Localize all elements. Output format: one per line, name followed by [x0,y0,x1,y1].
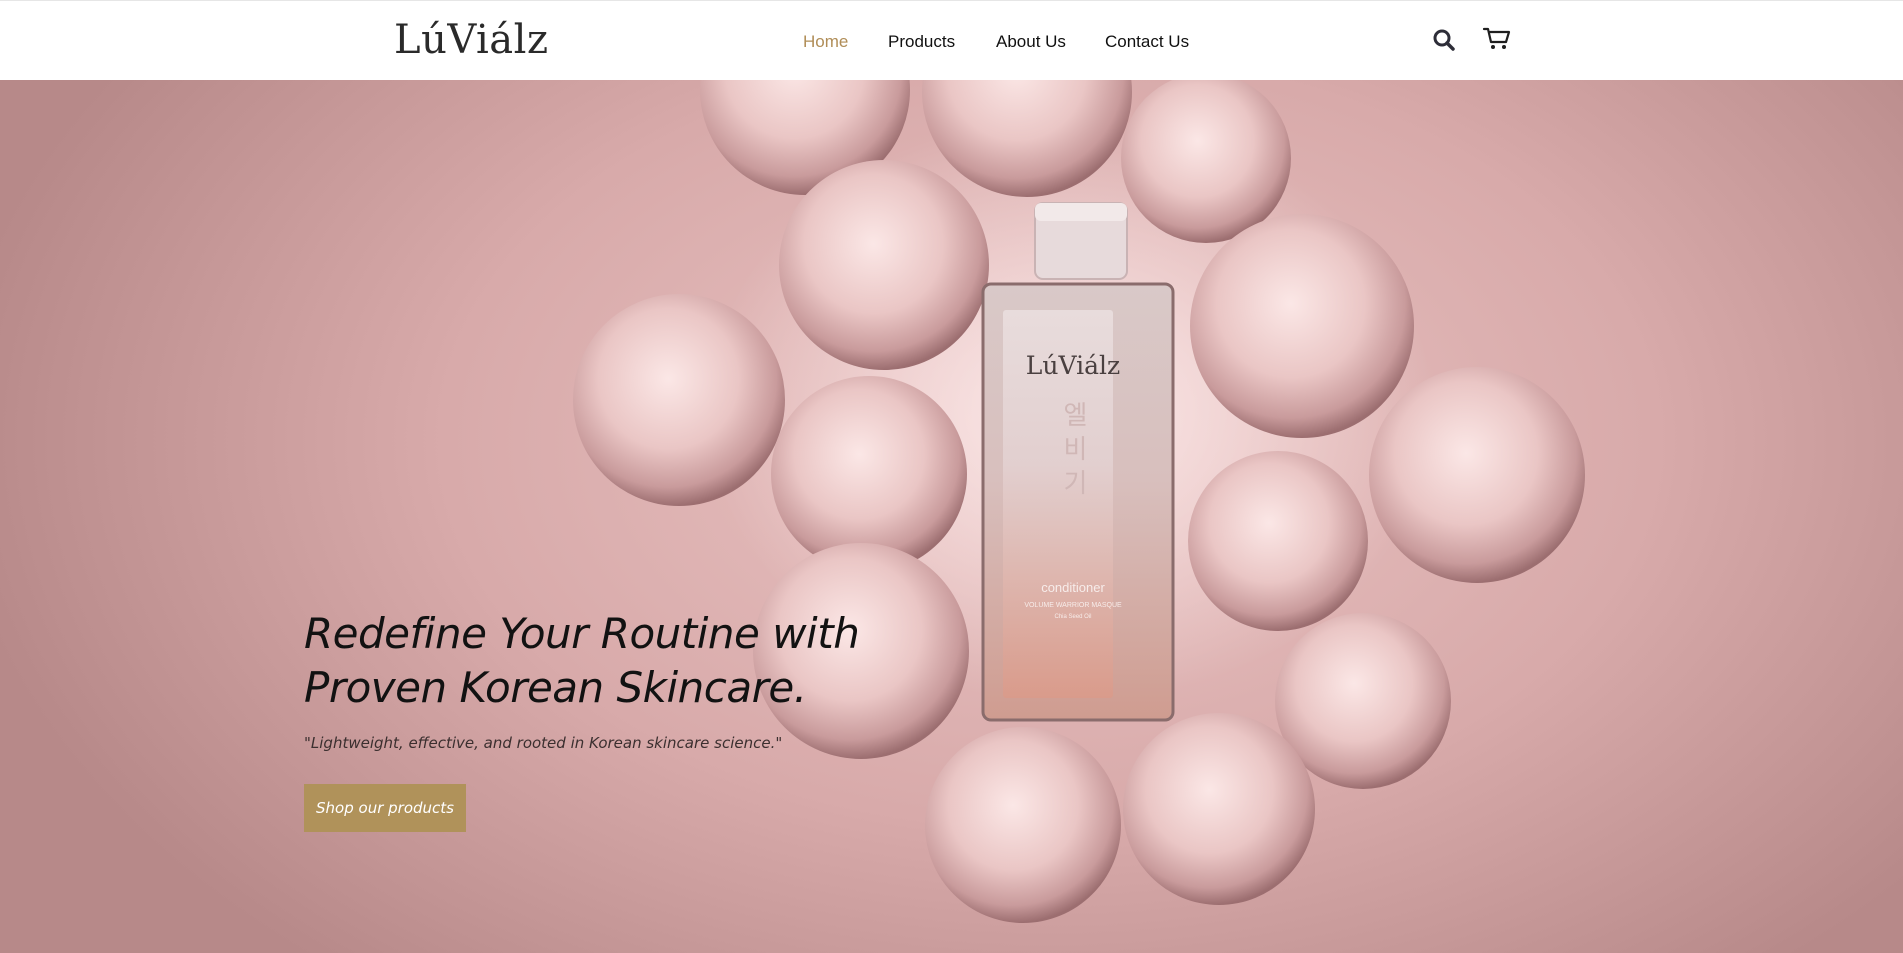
bottle-product-name: conditioner [1041,580,1105,595]
hero-tagline: "Lightweight, effective, and rooted in K… [304,734,783,752]
hero-section: LúViálz 엘비기 conditioner VOLUME WARRIOR M… [0,80,1903,953]
bottle-brand: LúViálz [1026,351,1120,380]
site-header: LúViálz Home Products About Us Contact U… [0,0,1903,80]
nav-home[interactable]: Home [803,32,848,52]
nav-products[interactable]: Products [888,32,955,52]
cart-icon[interactable] [1482,25,1511,53]
product-bottle: LúViálz 엘비기 conditioner VOLUME WARRIOR M… [981,202,1175,722]
hero-background-image: LúViálz 엘비기 conditioner VOLUME WARRIOR M… [573,80,1585,923]
bottle-subtitle: VOLUME WARRIOR MASQUE [1024,602,1122,609]
nav-about-us[interactable]: About Us [996,32,1066,52]
hero-headline: Redefine Your Routine with Proven Korean… [304,609,860,712]
bottle-ingredient: Chia Seed Oil [1054,614,1091,620]
search-icon[interactable] [1431,27,1459,55]
nav-contact-us[interactable]: Contact Us [1105,32,1189,52]
brand-logo[interactable]: LúViálz [394,17,549,63]
shop-products-button[interactable]: Shop our products [304,784,466,832]
bottle-korean-text: 엘비기 [1058,401,1088,503]
